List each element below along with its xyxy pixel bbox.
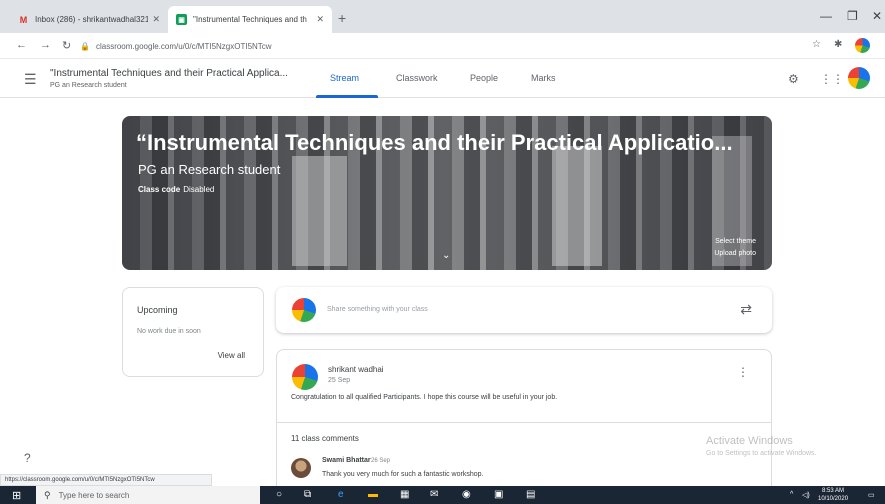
class-banner: “Instrumental Techniques and their Pract… [122,116,772,270]
close-window-icon[interactable]: ✕ [872,9,882,23]
browser-profile-avatar[interactable] [855,38,870,53]
share-box[interactable]: Share something with your class ⇄ [276,287,772,333]
class-comments-link[interactable]: 11 class comments [291,434,359,443]
more-options-icon[interactable]: ⋮ [737,365,749,379]
classroom-header: ☰ "Instrumental Techniques and their Pra… [0,59,885,98]
browser-tab-gmail[interactable]: M Inbox (286) - shrikantwadhal321 ✕ [10,6,168,33]
classroom-icon: ▣ [176,14,187,25]
upcoming-card: Upcoming No work due in soon View all [122,287,264,377]
system-clock[interactable]: 8:53 AM 10/10/2020 [818,487,848,503]
browser-tab-strip: M Inbox (286) - shrikantwadhal321 ✕ ▣ "I… [0,0,885,33]
edge-icon[interactable]: e [338,489,344,500]
upcoming-title: Upcoming [137,305,178,315]
browser-tab-classroom[interactable]: ▣ "Instrumental Techniques and th ✕ [168,6,332,33]
help-icon[interactable]: ? [24,451,31,465]
tab-people[interactable]: People [470,73,498,83]
avatar [292,364,318,390]
menu-icon[interactable]: ☰ [24,71,37,88]
upload-photo-link[interactable]: Upload photo [714,250,756,257]
app-icon[interactable]: ▤ [526,489,535,500]
taskbar-search[interactable]: ⚲ Type here to search [36,486,260,504]
url-bar[interactable]: 🔒 classroom.google.com/u/0/c/MTI5NzgxOTI… [80,37,800,55]
class-section: PG an Research student [50,82,127,89]
post-author: shrikant wadhai [328,365,384,374]
class-name[interactable]: "Instrumental Techniques and their Pract… [50,68,288,79]
comment-text: Thank you very much for such a fantastic… [322,471,484,478]
mail-icon[interactable]: ✉ [430,489,438,500]
lock-icon: 🔒 [80,41,90,51]
activate-windows-subtext: Go to Settings to activate Windows. [706,450,817,457]
taskbar-search-placeholder: Type here to search [58,490,130,500]
post-date: 25 Sep [328,377,351,384]
select-theme-link[interactable]: Select theme [715,238,756,245]
gear-icon[interactable]: ⚙ [788,72,799,86]
url-text: classroom.google.com/u/0/c/MTI5NzgxOTI5N… [95,41,272,51]
active-tab-indicator [316,95,378,98]
comment-author: Swami Bhattar [322,457,371,464]
banner-title: “Instrumental Techniques and their Pract… [136,130,733,155]
chrome-icon[interactable]: ◉ [462,489,471,500]
clock-time: 8:53 AM [822,488,845,494]
repost-icon[interactable]: ⇄ [740,301,752,318]
close-icon[interactable]: ✕ [152,14,160,25]
app-icon[interactable]: ▣ [494,489,503,500]
upcoming-empty-text: No work due in soon [137,328,201,335]
cortana-icon[interactable]: ○ [276,489,282,500]
class-code-label: Class code [138,185,181,194]
apps-grid-icon[interactable]: ⋮⋮ [820,72,844,86]
view-all-link[interactable]: View all [218,351,245,360]
post-text: Congratulation to all qualified Particip… [291,394,558,401]
status-url: https://classroom.google.com/u/0/c/MTI5N… [0,474,212,486]
tab-classwork[interactable]: Classwork [396,73,438,83]
announcement-post: shrikant wadhai 25 Sep ⋮ Congratulation … [276,349,772,504]
tab-marks[interactable]: Marks [531,73,556,83]
windows-start-icon[interactable]: ⊞ [12,489,21,502]
clock-date: 10/10/2020 [818,496,849,502]
notification-icon[interactable]: ▭ [868,491,875,499]
avatar [291,458,311,478]
file-explorer-icon[interactable]: ▬ [368,489,378,500]
minimize-icon[interactable]: — [820,9,832,23]
banner-decoration [292,156,347,266]
share-placeholder[interactable]: Share something with your class [327,306,428,313]
tab-title: "Instrumental Techniques and th [193,15,307,24]
gmail-icon: M [19,14,28,25]
taskbar: ⊞ ⚲ Type here to search ○ ⧉ e ▬ ▦ ✉ ◉ ▣ … [0,486,885,504]
comment-date: 26 Sep [371,458,391,464]
divider [277,422,771,423]
class-code: Class code Disabled [138,185,214,194]
chevron-down-icon[interactable]: ⌄ [442,250,450,261]
extensions-icon[interactable]: ✱ [834,39,842,50]
avatar[interactable] [848,67,870,89]
volume-icon[interactable]: ◁) [802,491,810,499]
forward-icon[interactable]: → [40,39,51,51]
tab-title: Inbox (286) - shrikantwadhal321 [35,15,149,24]
activate-windows-watermark: Activate Windows [706,435,793,447]
banner-decoration [552,146,602,266]
tab-stream[interactable]: Stream [330,73,359,83]
avatar [292,298,316,322]
address-bar-row: ← → ↻ 🔒 classroom.google.com/u/0/c/MTI5N… [0,33,885,59]
new-tab-button[interactable]: + [338,10,346,26]
back-icon[interactable]: ← [16,39,27,51]
chevron-up-icon[interactable]: ^ [790,491,793,498]
search-icon: ⚲ [44,489,51,500]
store-icon[interactable]: ▦ [400,489,409,500]
star-icon[interactable]: ☆ [812,39,821,50]
close-icon[interactable]: ✕ [316,14,324,25]
banner-subtitle: PG an Research student [138,162,281,177]
class-code-value: Disabled [183,185,215,194]
maximize-icon[interactable]: ❐ [847,9,858,23]
reload-icon[interactable]: ↻ [62,39,71,52]
task-view-icon[interactable]: ⧉ [304,489,311,500]
